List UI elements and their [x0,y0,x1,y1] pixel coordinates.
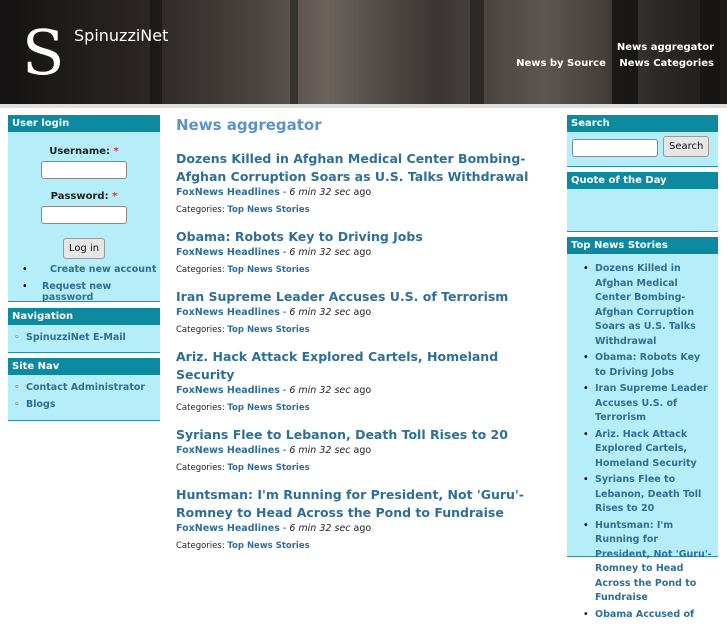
site-header: S SpinuzziNet News aggregator News by So… [0,0,727,104]
search-block: Search Search [567,115,718,167]
ago-text: ago [353,187,372,198]
search-input[interactable] [572,139,658,157]
block-title: User login [8,115,160,132]
top-news-link[interactable]: Dozens Killed in Afghan Medical Center B… [595,263,696,347]
top-news-link[interactable]: Obama Accused of [595,609,694,620]
top-news-link[interactable]: Huntsman: I'm Running for President, Not… [595,520,712,604]
top-news-item: Ariz. Hack Attack Explored Cartels, Home… [577,428,714,472]
block-title: Quote of the Day [567,172,718,189]
top-news-link[interactable]: Iran Supreme Leader Accuses U.S. of Terr… [595,383,708,423]
categories-label: Categories: [176,463,225,473]
top-news-item: Iran Supreme Leader Accuses U.S. of Terr… [577,382,714,426]
news-source-link[interactable]: FoxNews Headlines [176,445,280,456]
top-news-item: Dozens Killed in Afghan Medical Center B… [577,262,714,349]
ago-text: ago [353,385,372,396]
site-name[interactable]: SpinuzziNet [74,26,168,45]
news-item: Syrians Flee to Lebanon, Death Toll Rise… [176,426,556,473]
ago-text: ago [353,523,372,534]
news-item-title[interactable]: Huntsman: I'm Running for President, Not… [176,486,556,522]
news-item: Huntsman: I'm Running for President, Not… [176,486,556,551]
header-tree [470,0,484,104]
news-item-title[interactable]: Iran Supreme Leader Accuses U.S. of Terr… [176,288,556,306]
news-item-title[interactable]: Syrians Flee to Lebanon, Death Toll Rise… [176,426,556,444]
required-marker: * [112,191,118,202]
news-item-title[interactable]: Dozens Killed in Afghan Medical Center B… [176,150,556,186]
category-link[interactable]: Top News Stories [227,265,309,275]
top-news-item: Obama: Robots Key to Driving Jobs [577,351,714,380]
top-news-item: Syrians Flee to Lebanon, Death Toll Rise… [577,473,714,517]
password-input[interactable] [41,206,127,224]
news-source-link[interactable]: FoxNews Headlines [176,187,280,198]
site-nav-block: Site Nav Contact Administrator Blogs [8,358,160,421]
top-news-item: Obama Accused of [577,608,714,623]
top-news-item: Huntsman: I'm Running for President, Not… [577,519,714,606]
secondary-nav: News by Source News Categories [506,58,714,69]
news-item: Dozens Killed in Afghan Medical Center B… [176,150,556,215]
news-item-title[interactable]: Ariz. Hack Attack Explored Cartels, Home… [176,348,556,384]
block-title: Site Nav [8,358,160,375]
news-item: Obama: Robots Key to Driving Jobs FoxNew… [176,228,556,275]
category-link[interactable]: Top News Stories [227,463,309,473]
news-source-link[interactable]: FoxNews Headlines [176,523,280,534]
categories-label: Categories: [176,541,225,551]
nav-news-by-source[interactable]: News by Source [516,58,606,69]
username-input[interactable] [41,161,127,179]
news-age: 6 min 32 sec [289,247,351,258]
categories-label: Categories: [176,403,225,413]
header-divider [0,104,727,108]
blogs-link[interactable]: Blogs [26,399,55,410]
main-content: News aggregator Dozens Killed in Afghan … [176,116,556,564]
ago-text: ago [353,445,372,456]
search-button[interactable]: Search [663,136,710,157]
news-source-link[interactable]: FoxNews Headlines [176,307,280,318]
top-news-link[interactable]: Ariz. Hack Attack Explored Cartels, Home… [595,429,697,469]
header-tree [290,0,298,104]
news-age: 6 min 32 sec [289,523,351,534]
quote-block: Quote of the Day [567,172,718,232]
block-title: Search [567,115,718,132]
username-label: Username: [49,146,111,157]
page-title: News aggregator [176,116,322,134]
news-source-link[interactable]: FoxNews Headlines [176,247,280,258]
news-source-link[interactable]: FoxNews Headlines [176,385,280,396]
news-item-title[interactable]: Obama: Robots Key to Driving Jobs [176,228,556,246]
nav-news-categories[interactable]: News Categories [619,58,714,69]
required-marker: * [113,146,119,157]
news-item: Iran Supreme Leader Accuses U.S. of Terr… [176,288,556,335]
category-link[interactable]: Top News Stories [227,325,309,335]
ago-text: ago [353,307,372,318]
categories-label: Categories: [176,265,225,275]
request-password-link[interactable]: Request new password [42,281,111,303]
news-age: 6 min 32 sec [289,445,351,456]
category-link[interactable]: Top News Stories [227,205,309,215]
user-login-block: User login Username: * Password: * Log i… [8,115,160,303]
contact-admin-link[interactable]: Contact Administrator [26,382,145,393]
top-news-block: Top News Stories Dozens Killed in Afghan… [567,237,718,622]
block-title: Navigation [8,308,160,325]
header-tree [150,0,162,104]
block-title: Top News Stories [567,237,718,254]
nav-news-aggregator[interactable]: News aggregator [617,42,714,53]
news-age: 6 min 32 sec [289,307,351,318]
categories-label: Categories: [176,325,225,335]
nav-link-email[interactable]: SpinuzziNet E-Mail [26,332,126,343]
top-news-link[interactable]: Syrians Flee to Lebanon, Death Toll Rise… [595,474,701,514]
news-age: 6 min 32 sec [289,385,351,396]
create-account-link[interactable]: Create new account [50,264,156,275]
password-label: Password: [50,191,109,202]
top-news-link[interactable]: Obama: Robots Key to Driving Jobs [595,352,700,378]
category-link[interactable]: Top News Stories [227,541,309,551]
news-item: Ariz. Hack Attack Explored Cartels, Home… [176,348,556,413]
site-logo[interactable]: S [22,22,64,84]
login-button[interactable]: Log in [62,238,106,259]
ago-text: ago [353,247,372,258]
news-age: 6 min 32 sec [289,187,351,198]
category-link[interactable]: Top News Stories [227,403,309,413]
navigation-block: Navigation SpinuzziNet E-Mail [8,308,160,353]
categories-label: Categories: [176,205,225,215]
